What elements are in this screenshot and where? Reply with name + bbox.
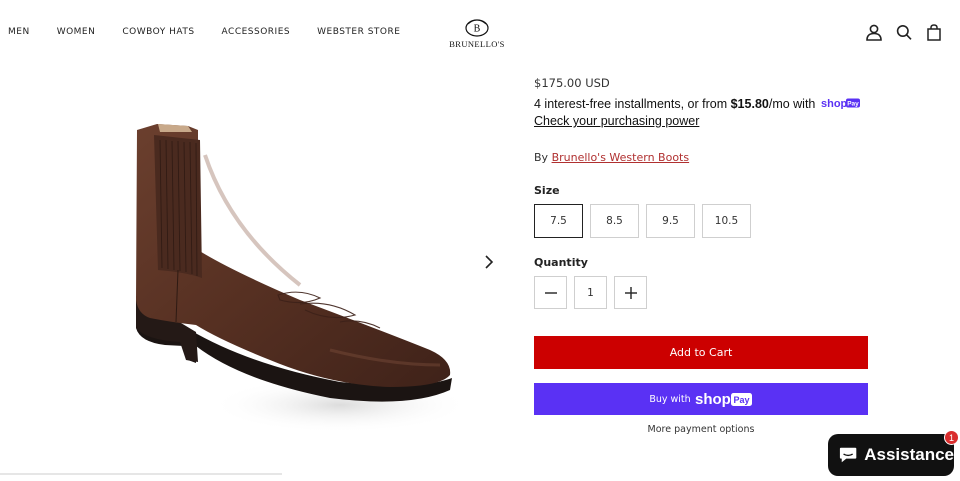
- chevron-right-icon[interactable]: [480, 253, 498, 271]
- plus-icon: [624, 286, 637, 299]
- svg-text:B: B: [474, 24, 481, 35]
- product-image-boot[interactable]: [0, 60, 505, 475]
- svg-text:shop: shop: [821, 98, 848, 109]
- quantity-label: Quantity: [534, 256, 588, 269]
- installments-amount: $15.80: [730, 97, 769, 111]
- shop-pay-logo: shop Pay: [821, 97, 861, 112]
- size-option-10-5[interactable]: 10.5: [702, 204, 751, 238]
- nav-item-women[interactable]: WOMEN: [57, 27, 96, 37]
- quantity-input[interactable]: 1: [574, 276, 607, 309]
- size-option-9-5[interactable]: 9.5: [646, 204, 695, 238]
- svg-text:Pay: Pay: [847, 101, 859, 108]
- vendor-link[interactable]: Brunello's Western Boots: [552, 151, 690, 164]
- search-icon[interactable]: [896, 24, 912, 41]
- logo-wordmark: BRUNELLO'S: [449, 39, 505, 49]
- svg-text:shop: shop: [695, 391, 731, 407]
- chat-notification-badge: 1: [944, 430, 959, 445]
- assistance-label: Assistance: [864, 445, 954, 464]
- minus-icon: [544, 291, 557, 294]
- size-label: Size: [534, 184, 560, 197]
- buy-with-label: Buy with: [649, 393, 691, 405]
- quantity-increase-button[interactable]: [614, 276, 647, 309]
- main-nav: MEN WOMEN COWBOY HATS ACCESSORIES WEBSTE…: [8, 27, 427, 37]
- buy-with-shop-pay-button[interactable]: Buy with shop Pay: [534, 383, 868, 415]
- nav-item-accessories[interactable]: ACCESSORIES: [222, 27, 291, 37]
- gallery-scroll-track[interactable]: [0, 473, 282, 475]
- svg-text:Pay: Pay: [733, 395, 749, 405]
- add-to-cart-button[interactable]: Add to Cart: [534, 336, 868, 369]
- quantity-stepper: 1: [534, 276, 647, 309]
- cart-icon[interactable]: [926, 24, 942, 41]
- product-gallery: [0, 60, 505, 475]
- product-price: $175.00 USD: [534, 76, 610, 90]
- header-actions: [866, 24, 942, 41]
- chat-icon: [839, 447, 857, 463]
- brand-logo[interactable]: B BRUNELLO'S: [448, 18, 506, 49]
- installments-prefix: 4 interest-free installments, or from: [534, 97, 731, 111]
- logo-monogram-icon: B: [465, 19, 489, 37]
- check-purchasing-power-link[interactable]: Check your purchasing power: [534, 114, 699, 128]
- installments-suffix: /mo with: [768, 97, 816, 111]
- nav-item-cowboy-hats[interactable]: COWBOY HATS: [122, 27, 194, 37]
- installments-text: 4 interest-free installments, or from $1…: [534, 97, 861, 112]
- more-payment-options-link[interactable]: More payment options: [534, 424, 868, 435]
- account-icon[interactable]: [866, 24, 882, 41]
- vendor-line: By Brunello's Western Boots: [534, 151, 689, 164]
- size-option-7-5[interactable]: 7.5: [534, 204, 583, 238]
- nav-item-webster-store[interactable]: WEBSTER STORE: [317, 27, 400, 37]
- nav-item-men[interactable]: MEN: [8, 27, 30, 37]
- shop-pay-logo: shop Pay: [695, 391, 752, 407]
- quantity-decrease-button[interactable]: [534, 276, 567, 309]
- size-options: 7.5 8.5 9.5 10.5: [534, 204, 751, 238]
- vendor-prefix: By: [534, 151, 549, 164]
- assistance-chat-button[interactable]: Assistance: [828, 434, 954, 476]
- size-option-8-5[interactable]: 8.5: [590, 204, 639, 238]
